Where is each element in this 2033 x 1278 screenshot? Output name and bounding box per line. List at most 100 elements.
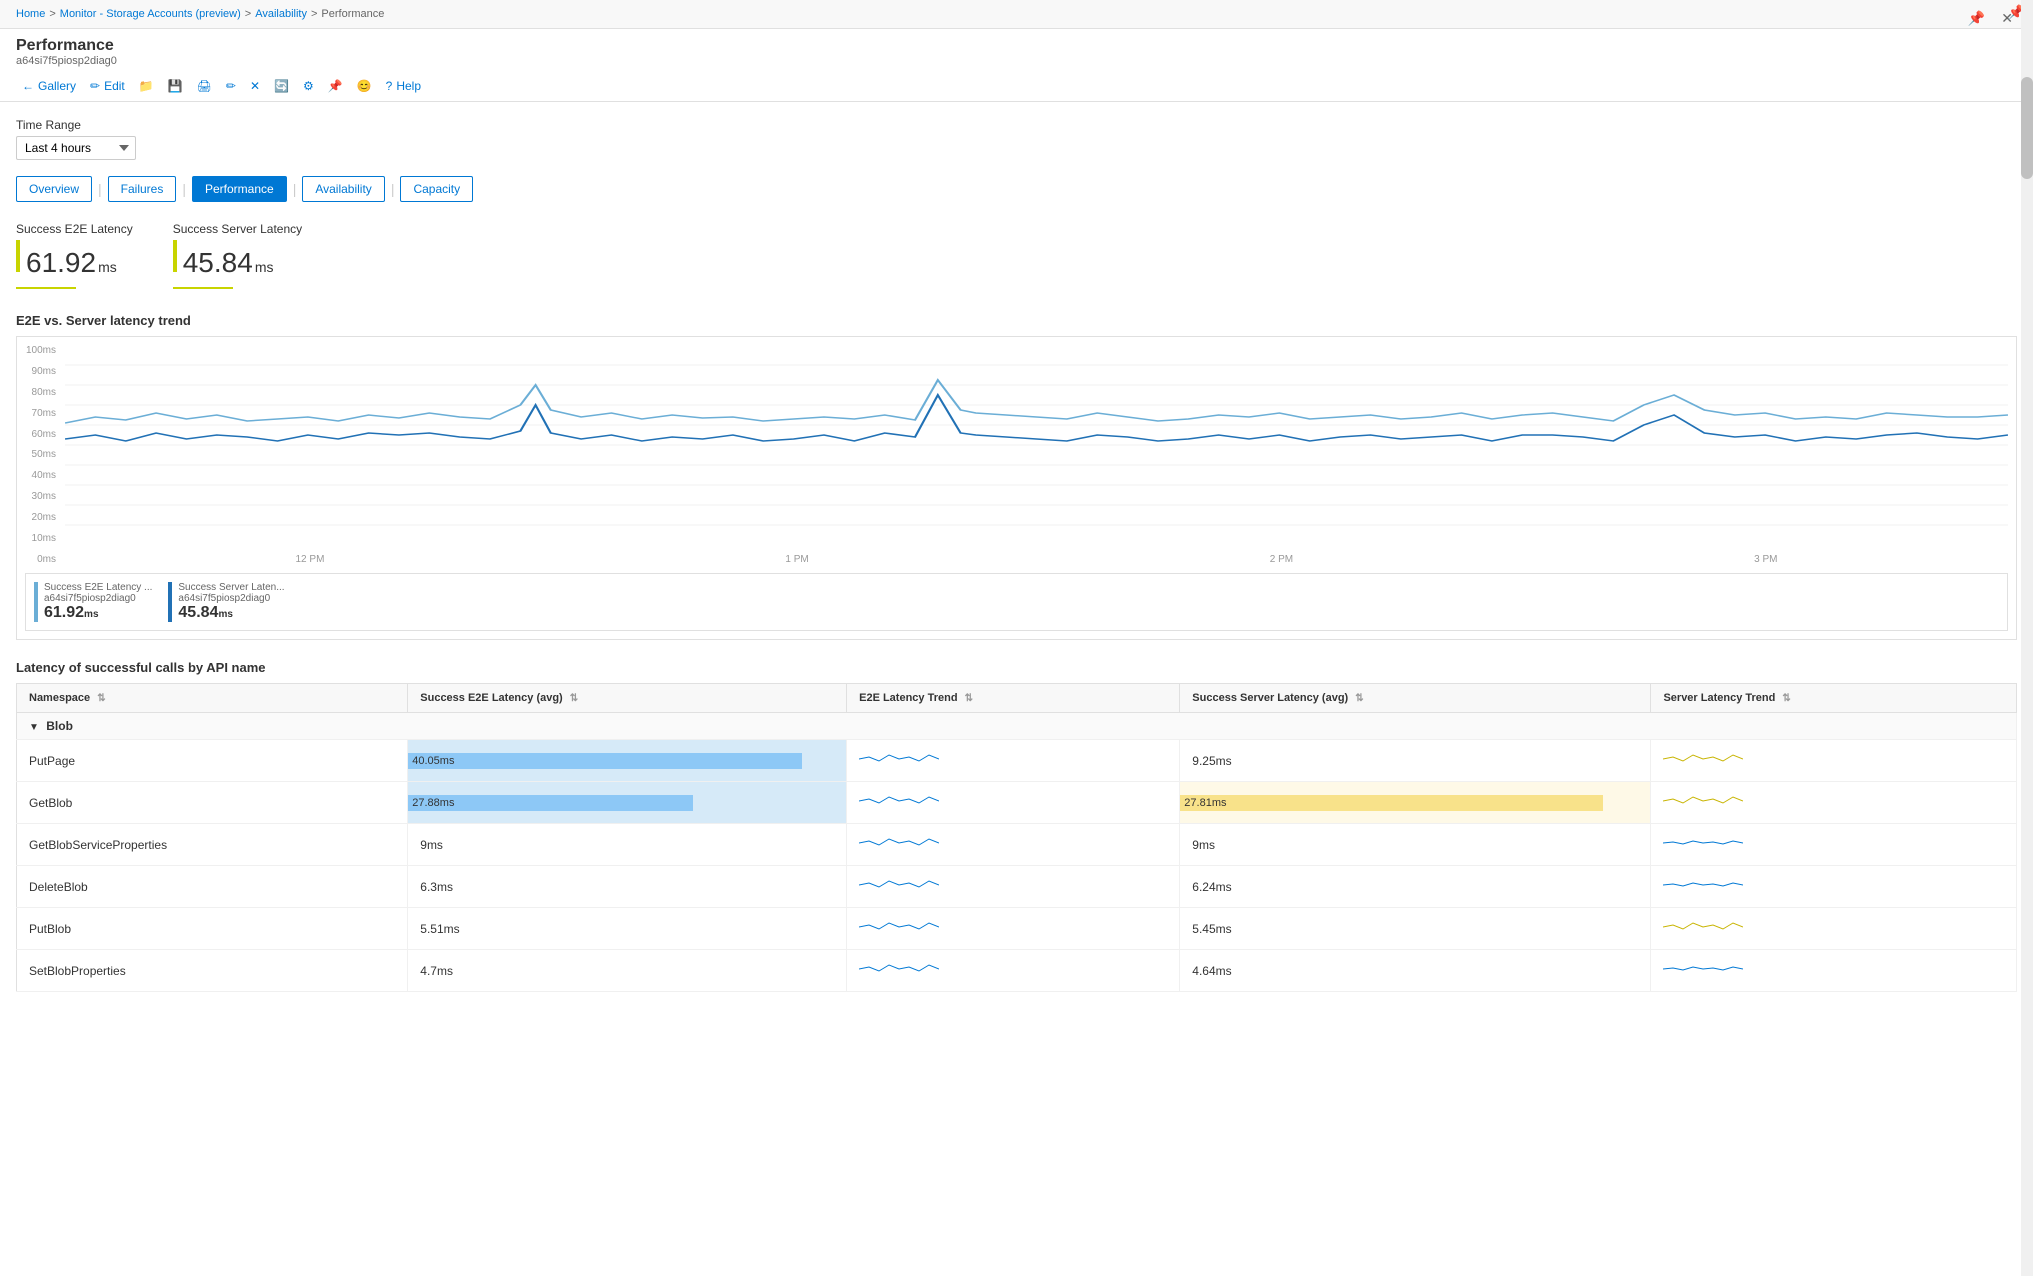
- gallery-button[interactable]: ← Gallery: [16, 75, 82, 97]
- legend-e2e-title: Success E2E Latency ...: [44, 582, 152, 593]
- cell-server-trend: [1651, 824, 2017, 866]
- breadcrumb-monitor[interactable]: Monitor - Storage Accounts (preview): [60, 8, 241, 20]
- metric-server-number: 45.84: [183, 247, 253, 279]
- cell-e2e-trend: [847, 782, 1180, 824]
- col-namespace[interactable]: Namespace ⇅: [17, 684, 408, 713]
- tab-availability[interactable]: Availability: [302, 176, 384, 202]
- data-table: Namespace ⇅ Success E2E Latency (avg) ⇅ …: [16, 683, 2017, 992]
- x-axis: 12 PM 1 PM 2 PM 3 PM: [65, 554, 2008, 565]
- cell-server-trend: [1651, 740, 2017, 782]
- legend-e2e: Success E2E Latency ... a64si7f5piosp2di…: [34, 582, 152, 622]
- col-e2e-avg[interactable]: Success E2E Latency (avg) ⇅: [408, 684, 847, 713]
- metric-server-value: 45.84 ms: [173, 240, 302, 279]
- cell-namespace: GetBlobServiceProperties: [17, 824, 408, 866]
- chart-container: 100ms 90ms 80ms 70ms 60ms 50ms 40ms 30ms…: [16, 336, 2017, 640]
- legend-server-title: Success Server Laten...: [178, 582, 284, 593]
- cell-e2e-trend: [847, 950, 1180, 992]
- legend-server: Success Server Laten... a64si7f5piosp2di…: [168, 582, 284, 622]
- cell-server-trend: [1651, 950, 2017, 992]
- chart-area: 100ms 90ms 80ms 70ms 60ms 50ms 40ms 30ms…: [25, 345, 2008, 565]
- metric-e2e-latency: Success E2E Latency 61.92 ms: [16, 222, 133, 289]
- col-e2e-trend[interactable]: E2E Latency Trend ⇅: [847, 684, 1180, 713]
- metric-e2e-value: 61.92 ms: [16, 240, 133, 279]
- table-row: GetBlob27.88ms 27.81ms: [17, 782, 2017, 824]
- cell-e2e-avg: 40.05ms: [408, 740, 847, 782]
- cancel-button[interactable]: ✕: [244, 75, 266, 97]
- cell-server-avg: 6.24ms: [1180, 866, 1651, 908]
- cell-e2e-avg: 6.3ms: [408, 866, 847, 908]
- page-subtitle: a64si7f5piosp2diag0: [16, 55, 2017, 67]
- chart-section: E2E vs. Server latency trend 📌 100ms 90m…: [16, 313, 2017, 640]
- chart-svg: [65, 345, 2008, 545]
- cell-e2e-avg: 27.88ms: [408, 782, 847, 824]
- tab-performance[interactable]: Performance: [192, 176, 287, 202]
- cell-server-avg: 5.45ms: [1180, 908, 1651, 950]
- tab-overview[interactable]: Overview: [16, 176, 92, 202]
- legend-server-sublabel: a64si7f5piosp2diag0: [178, 593, 284, 604]
- metric-server-bar: [173, 240, 177, 272]
- table-group-row[interactable]: ▼ Blob: [17, 713, 2017, 740]
- metric-server-latency: Success Server Latency 45.84 ms: [173, 222, 302, 289]
- breadcrumb-availability[interactable]: Availability: [255, 8, 307, 20]
- cell-e2e-avg: 4.7ms: [408, 950, 847, 992]
- settings-button[interactable]: ⚙: [297, 75, 320, 97]
- breadcrumb-home[interactable]: Home: [16, 8, 45, 20]
- refresh-button[interactable]: 🔄: [268, 75, 295, 97]
- table-row: PutBlob5.51ms5.45ms: [17, 908, 2017, 950]
- cell-server-avg: 9.25ms: [1180, 740, 1651, 782]
- feedback-button[interactable]: 😊: [351, 75, 378, 97]
- cell-server-avg: 4.64ms: [1180, 950, 1651, 992]
- legend-server-color: [168, 582, 172, 622]
- scrollbar-thumb[interactable]: [2021, 77, 2033, 179]
- open-button[interactable]: 📁: [133, 75, 160, 97]
- cell-e2e-trend: [847, 740, 1180, 782]
- cell-server-trend: [1651, 908, 2017, 950]
- cell-namespace: GetBlob: [17, 782, 408, 824]
- breadcrumb-current: Performance: [321, 8, 384, 20]
- cell-e2e-avg: 5.51ms: [408, 908, 847, 950]
- col-server-avg[interactable]: Success Server Latency (avg) ⇅: [1180, 684, 1651, 713]
- table-title: Latency of successful calls by API name: [16, 660, 2017, 675]
- save-button[interactable]: 💾: [162, 75, 189, 97]
- metric-server-underline: [173, 287, 233, 289]
- cell-server-avg: 27.81ms: [1180, 782, 1651, 824]
- pinview-button[interactable]: 📌: [322, 75, 349, 97]
- cell-namespace: SetBlobProperties: [17, 950, 408, 992]
- metric-server-unit: ms: [255, 259, 274, 275]
- legend-e2e-sublabel: a64si7f5piosp2diag0: [44, 593, 152, 604]
- time-range-section: Time Range Last 4 hours Last 1 hour Last…: [16, 118, 2017, 160]
- table-section: Latency of successful calls by API name …: [16, 660, 2017, 992]
- help-button[interactable]: ? Help: [380, 75, 427, 97]
- chart-legend: Success E2E Latency ... a64si7f5piosp2di…: [25, 573, 2008, 631]
- cell-server-trend: [1651, 782, 2017, 824]
- col-server-trend[interactable]: Server Latency Trend ⇅: [1651, 684, 2017, 713]
- tab-capacity[interactable]: Capacity: [400, 176, 473, 202]
- pencil-button[interactable]: ✏: [220, 75, 242, 97]
- metric-e2e-number: 61.92: [26, 247, 96, 279]
- breadcrumb: Home > Monitor - Storage Accounts (previ…: [0, 0, 2033, 29]
- title-area: Performance a64si7f5piosp2diag0: [0, 29, 2033, 71]
- cell-namespace: DeleteBlob: [17, 866, 408, 908]
- tab-failures[interactable]: Failures: [108, 176, 177, 202]
- scrollbar[interactable]: [2021, 0, 2033, 1276]
- legend-e2e-color: [34, 582, 38, 622]
- metric-e2e-underline: [16, 287, 76, 289]
- table-row: DeleteBlob6.3ms 6.24ms: [17, 866, 2017, 908]
- table-header-row: Namespace ⇅ Success E2E Latency (avg) ⇅ …: [17, 684, 2017, 713]
- metric-e2e-unit: ms: [98, 259, 117, 275]
- legend-server-val: 45.84ms: [178, 604, 284, 622]
- time-range-select[interactable]: Last 4 hours Last 1 hour Last 12 hours L…: [16, 136, 136, 160]
- y-axis: 100ms 90ms 80ms 70ms 60ms 50ms 40ms 30ms…: [25, 345, 60, 565]
- cell-e2e-trend: [847, 908, 1180, 950]
- print-button[interactable]: 🖨: [191, 75, 218, 97]
- table-row: GetBlobServiceProperties9ms9ms: [17, 824, 2017, 866]
- page-title: Performance: [16, 37, 2017, 55]
- table-row: SetBlobProperties4.7ms 4.64ms: [17, 950, 2017, 992]
- metrics-row: Success E2E Latency 61.92 ms Success Ser…: [16, 222, 2017, 289]
- edit-button[interactable]: ✏ Edit: [84, 75, 131, 97]
- legend-e2e-val: 61.92ms: [44, 604, 152, 622]
- time-range-label: Time Range: [16, 118, 2017, 132]
- chart-title: E2E vs. Server latency trend: [16, 313, 191, 328]
- main-content: Time Range Last 4 hours Last 1 hour Last…: [0, 102, 2033, 1278]
- pin-button[interactable]: 📌: [1964, 8, 1989, 29]
